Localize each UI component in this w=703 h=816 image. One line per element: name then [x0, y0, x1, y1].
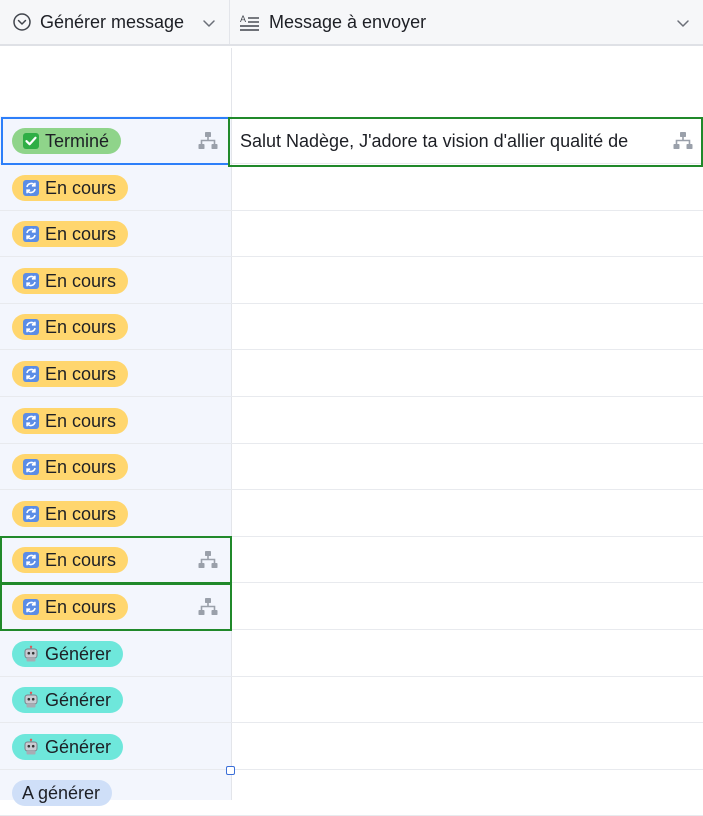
status-label: Terminé [45, 130, 110, 151]
status-badge[interactable]: En cours [12, 268, 129, 294]
status-label: Générer [45, 689, 112, 710]
status-badge[interactable]: En cours [12, 408, 129, 434]
table-row[interactable]: Générer [0, 677, 703, 723]
column-header-label: Message à envoyer [269, 11, 427, 32]
status-badge[interactable]: En cours [12, 221, 129, 247]
table-row[interactable]: En cours [0, 258, 703, 304]
dependency-tree-icon[interactable] [197, 597, 219, 617]
status-badge[interactable]: A générer [12, 780, 113, 806]
status-badge[interactable]: En cours [12, 594, 129, 620]
table-row[interactable]: Générer [0, 631, 703, 677]
status-label: Générer [45, 736, 112, 757]
refresh-icon [22, 179, 40, 197]
status-badge[interactable]: Terminé [12, 128, 122, 154]
grid-empty-area [0, 48, 703, 116]
status-label: En cours [45, 177, 117, 198]
svg-text:A: A [240, 14, 246, 24]
column-header-generer-message[interactable]: Générer message [0, 0, 230, 44]
status-label: En cours [45, 456, 117, 477]
fill-handle[interactable] [226, 766, 235, 775]
status-badge[interactable]: Générer [12, 734, 124, 760]
table-row[interactable]: A générer [0, 770, 703, 816]
status-badge[interactable]: En cours [12, 175, 129, 201]
status-label: En cours [45, 270, 117, 291]
message-cell-text[interactable]: Salut Nadège, J'adore ta vision d'allier… [240, 131, 628, 152]
chevron-down-icon[interactable] [201, 15, 217, 31]
table-row[interactable]: Générer [0, 724, 703, 770]
table-row[interactable]: En cours [0, 211, 703, 257]
status-label: En cours [45, 410, 117, 431]
column-header-label: Générer message [40, 11, 185, 32]
refresh-icon [22, 598, 40, 616]
check-box-icon [22, 132, 40, 150]
dependency-tree-icon[interactable] [672, 131, 694, 151]
table-row[interactable]: En cours [0, 584, 703, 630]
status-badge[interactable]: En cours [12, 361, 129, 387]
status-label: En cours [45, 596, 117, 617]
status-label: En cours [45, 549, 117, 570]
table-row[interactable]: En cours [0, 351, 703, 397]
status-badge[interactable]: En cours [12, 454, 129, 480]
status-label: A générer [22, 782, 101, 803]
table-row[interactable]: En cours [0, 304, 703, 350]
status-label: En cours [45, 223, 117, 244]
column-header-message-a-envoyer[interactable]: A Message à envoyer [231, 0, 703, 44]
status-badge[interactable]: En cours [12, 314, 129, 340]
table-row[interactable]: En cours [0, 491, 703, 537]
robot-icon [22, 691, 40, 709]
refresh-icon [22, 225, 40, 243]
robot-icon [22, 645, 40, 663]
robot-icon [22, 738, 40, 756]
circle-chevron-down-icon [12, 12, 32, 32]
refresh-icon [22, 551, 40, 569]
status-badge[interactable]: En cours [12, 501, 129, 527]
table-row[interactable]: En cours [0, 165, 703, 211]
refresh-icon [22, 458, 40, 476]
status-badge[interactable]: Générer [12, 641, 124, 667]
refresh-icon [22, 505, 40, 523]
dependency-tree-icon[interactable] [197, 131, 219, 151]
status-label: En cours [45, 363, 117, 384]
chevron-down-icon[interactable] [675, 15, 691, 31]
table-row[interactable]: En cours [0, 537, 703, 583]
status-label: En cours [45, 316, 117, 337]
table-row[interactable]: En cours [0, 444, 703, 490]
refresh-icon [22, 412, 40, 430]
status-badge[interactable]: Générer [12, 687, 124, 713]
long-text-icon: A [239, 13, 261, 31]
refresh-icon [22, 365, 40, 383]
table-row[interactable]: Terminé Salut Nadège, J'adore ta vision d… [0, 118, 703, 164]
status-label: Générer [45, 643, 112, 664]
status-badge[interactable]: En cours [12, 547, 129, 573]
table-row[interactable]: En cours [0, 398, 703, 444]
dependency-tree-icon[interactable] [197, 550, 219, 570]
refresh-icon [22, 272, 40, 290]
refresh-icon [22, 318, 40, 336]
status-label: En cours [45, 503, 117, 524]
grid-header: Générer message A Message à envoyer [0, 0, 703, 46]
